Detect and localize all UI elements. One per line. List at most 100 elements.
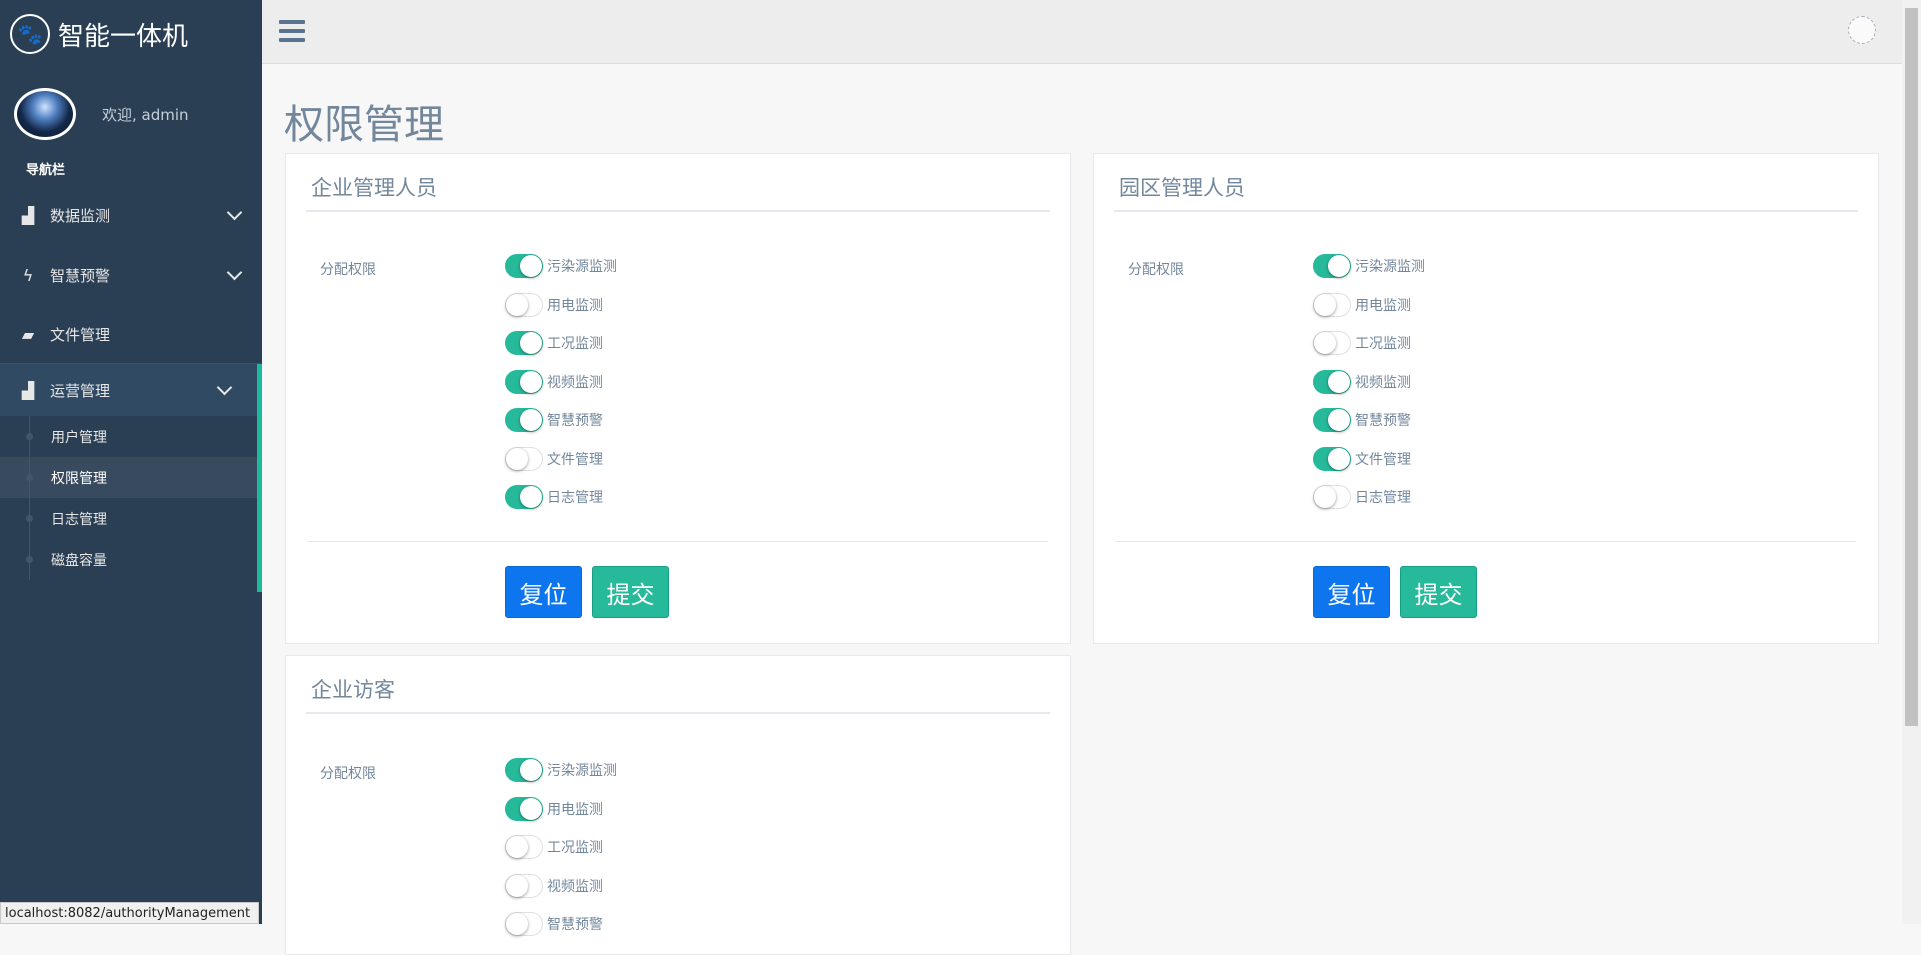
perm-item: 智慧预警 (505, 401, 617, 440)
user-avatar-icon[interactable] (1848, 16, 1876, 44)
perm-text: 工况监测 (547, 336, 603, 353)
sidebar-item-file-manage[interactable]: ▰ 文件管理 (0, 305, 262, 363)
perm-item: 工况监测 (1313, 324, 1425, 363)
sidebar-subitem-label: 用户管理 (51, 429, 107, 446)
toggle-switch[interactable] (1313, 369, 1351, 394)
perm-text: 污染源监测 (547, 763, 617, 780)
panel-title: 园区管理人员 (1119, 176, 1245, 200)
perm-item: 智慧预警 (1313, 401, 1425, 440)
sidebar-group-ops: ▟ 运营管理 用户管理 权限管理 日志管理 磁盘容量 (0, 364, 262, 592)
avatar (14, 88, 76, 140)
toggle-switch[interactable] (505, 796, 543, 821)
perm-item: 日志管理 (505, 478, 617, 517)
sidebar-item-ops-manage[interactable]: ▟ 运营管理 (0, 364, 257, 416)
bullet-dot (26, 515, 33, 522)
perm-item: 用电监测 (505, 286, 617, 325)
sidebar-item-data-monitor[interactable]: ▟ 数据监测 (0, 185, 262, 245)
toggle-switch[interactable] (505, 369, 543, 394)
sidebar-subitem-permissions[interactable]: 权限管理 (0, 457, 257, 498)
reset-button[interactable]: 复位 (1313, 566, 1390, 618)
perm-text: 工况监测 (1355, 336, 1411, 353)
perm-text: 日志管理 (1355, 490, 1411, 507)
toggle-switch[interactable] (505, 408, 543, 433)
panel-park-managers: 园区管理人员 分配权限 污染源监测 用电监测 工况监测 视频监测 智慧预警 文件… (1093, 153, 1879, 644)
top-nav (262, 0, 1902, 64)
toggle-switch[interactable] (1313, 446, 1351, 471)
toggle-switch[interactable] (1313, 292, 1351, 317)
sidebar-item-label: 智慧预警 (50, 266, 111, 285)
perm-item: 日志管理 (1313, 478, 1425, 517)
paw-icon: 🐾 (10, 14, 50, 54)
perm-text: 用电监测 (547, 801, 603, 818)
perm-list: 污染源监测 用电监测 工况监测 视频监测 智慧预警 (505, 751, 617, 944)
perm-item: 用电监测 (1313, 286, 1425, 325)
perm-text: 智慧预警 (1355, 413, 1411, 430)
toggle-switch[interactable] (1313, 254, 1351, 279)
sidebar-subitem-label: 权限管理 (51, 470, 107, 487)
perm-item: 污染源监测 (1313, 247, 1425, 286)
scrollbar-thumb[interactable] (1905, 8, 1918, 726)
perm-label: 分配权限 (320, 262, 376, 278)
perm-list: 污染源监测 用电监测 工况监测 视频监测 智慧预警 文件管理 日志管理 (505, 247, 617, 517)
toggle-switch[interactable] (505, 873, 543, 898)
perm-text: 用电监测 (547, 297, 603, 314)
welcome-text: 欢迎, admin (102, 105, 189, 124)
sidebar-subitem-logs[interactable]: 日志管理 (0, 498, 257, 539)
page-title: 权限管理 (284, 102, 444, 148)
toggle-switch[interactable] (1313, 331, 1351, 356)
menu-toggle-icon[interactable] (279, 20, 305, 47)
sidebar-subitem-label: 磁盘容量 (51, 552, 107, 569)
toggle-switch[interactable] (505, 254, 543, 279)
reset-button[interactable]: 复位 (505, 566, 582, 618)
sidebar-subitem-users[interactable]: 用户管理 (0, 416, 257, 457)
submit-button[interactable]: 提交 (1400, 566, 1477, 618)
nav-heading: 导航栏 (26, 163, 66, 178)
perm-item: 文件管理 (505, 440, 617, 479)
sidebar-item-label: 数据监测 (50, 206, 111, 225)
perm-text: 日志管理 (547, 490, 603, 507)
panel-divider (1114, 210, 1858, 212)
perm-text: 污染源监测 (547, 259, 617, 276)
perm-item: 视频监测 (505, 867, 617, 906)
brand-title: 智能一体机 (58, 21, 189, 52)
chevron-down-icon (226, 264, 243, 281)
toggle-switch[interactable] (505, 485, 543, 510)
submit-button[interactable]: 提交 (592, 566, 669, 618)
toggle-switch[interactable] (505, 835, 543, 860)
status-url: localhost:8082/authorityManagement (0, 902, 260, 924)
perm-list: 污染源监测 用电监测 工况监测 视频监测 智慧预警 文件管理 日志管理 (1313, 247, 1425, 517)
bullet-dot (26, 433, 33, 440)
perm-text: 工况监测 (547, 840, 603, 857)
perm-item: 污染源监测 (505, 751, 617, 790)
sidebar-subitem-disk[interactable]: 磁盘容量 (0, 539, 257, 580)
perm-item: 污染源监测 (505, 247, 617, 286)
toggle-switch[interactable] (505, 912, 543, 937)
toggle-switch[interactable] (1313, 485, 1351, 510)
sidebar-item-label: 文件管理 (50, 325, 111, 344)
panel-divider (306, 712, 1050, 714)
sidebar-submenu: 用户管理 权限管理 日志管理 磁盘容量 (0, 416, 257, 592)
perm-item: 工况监测 (505, 828, 617, 867)
chevron-down-icon (226, 204, 243, 221)
toggle-switch[interactable] (505, 446, 543, 471)
perm-text: 文件管理 (1355, 451, 1411, 468)
panel-footer-divider (1116, 541, 1856, 542)
perm-item: 用电监测 (505, 790, 617, 829)
bullet-dot (26, 474, 33, 481)
panel-title: 企业访客 (311, 678, 395, 702)
perm-text: 污染源监测 (1355, 259, 1425, 276)
toggle-switch[interactable] (505, 758, 543, 783)
sidebar: 🐾 智能一体机 欢迎, admin 导航栏 ▟ 数据监测 ϟ 智慧预警 ▰ 文件… (0, 0, 262, 924)
brand[interactable]: 🐾 智能一体机 (10, 12, 188, 56)
perm-item: 视频监测 (505, 363, 617, 402)
toggle-switch[interactable] (505, 331, 543, 356)
panel-title: 企业管理人员 (311, 176, 437, 200)
perm-text: 文件管理 (547, 451, 603, 468)
perm-item: 工况监测 (505, 324, 617, 363)
perm-item: 文件管理 (1313, 440, 1425, 479)
chevron-down-icon (216, 379, 233, 396)
toggle-switch[interactable] (505, 292, 543, 317)
panel-enterprise-managers: 企业管理人员 分配权限 污染源监测 用电监测 工况监测 视频监测 智慧预警 文件… (285, 153, 1071, 644)
toggle-switch[interactable] (1313, 408, 1351, 433)
sidebar-item-smart-alert[interactable]: ϟ 智慧预警 (0, 245, 262, 305)
